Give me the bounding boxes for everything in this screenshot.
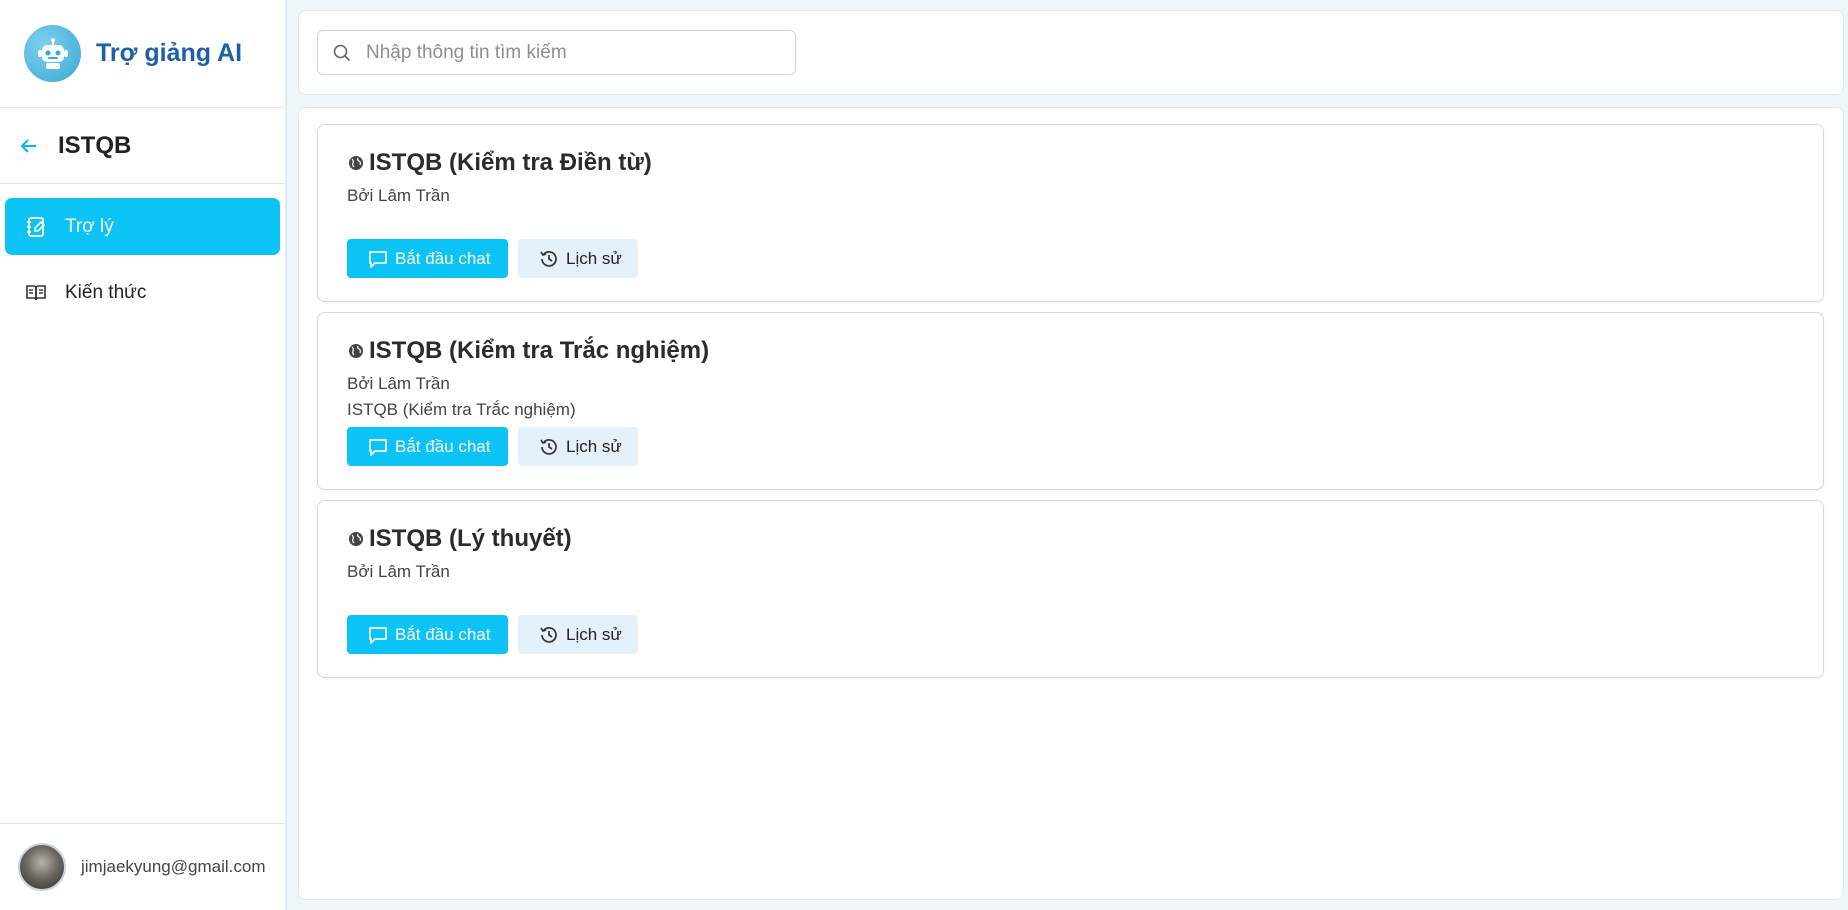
history-label: Lịch sử: [566, 248, 622, 268]
search-input[interactable]: [366, 41, 786, 64]
avatar[interactable]: [18, 843, 66, 891]
card-description: ISTQB (Kiểm tra Trắc nghiệm): [347, 400, 576, 419]
start-chat-button[interactable]: Bắt đầu chat: [347, 239, 508, 278]
card-title: ISTQB (Lý thuyết): [369, 525, 572, 552]
project-header: ISTQB: [0, 108, 285, 184]
history-icon: [538, 624, 560, 646]
history-button[interactable]: Lịch sử: [518, 427, 638, 466]
topbar: [298, 10, 1844, 95]
card-title: ISTQB (Kiểm tra Trắc nghiệm): [369, 337, 710, 364]
notebook-pen-icon: [24, 215, 48, 239]
sidebar-item-label: Trợ lý: [65, 215, 114, 237]
history-button[interactable]: Lịch sử: [518, 615, 638, 654]
card-actions: Bắt đầu chat Lịch sử: [347, 427, 638, 466]
sidebar-nav: Trợ lý Kiến thức: [0, 184, 285, 321]
brand: Trợ giảng AI: [0, 0, 285, 108]
card-title-row: ISTQB (Kiểm tra Trắc nghiệm): [347, 337, 709, 365]
project-title: ISTQB: [58, 131, 132, 159]
search-icon: [332, 43, 352, 63]
robot-icon: [24, 25, 81, 82]
sidebar-item-assistant[interactable]: Trợ lý: [5, 198, 280, 255]
globe-icon: [347, 154, 365, 172]
history-button[interactable]: Lịch sử: [518, 239, 638, 278]
history-label: Lịch sử: [566, 436, 622, 456]
arrow-left-icon[interactable]: [18, 135, 40, 157]
assistant-card: ISTQB (Kiểm tra Điền từ) Bởi Lâm Trần Bắ…: [317, 124, 1824, 302]
start-chat-label: Bắt đầu chat: [395, 436, 491, 456]
card-title-row: ISTQB (Lý thuyết): [347, 525, 572, 553]
sidebar: Trợ giảng AI ISTQB Trợ lý Kiến thức jimj…: [0, 0, 287, 910]
card-author: Bởi Lâm Trần: [347, 562, 450, 581]
card-author: Bởi Lâm Trần: [347, 374, 450, 393]
card-actions: Bắt đầu chat Lịch sử: [347, 615, 638, 654]
start-chat-button[interactable]: Bắt đầu chat: [347, 427, 508, 466]
history-icon: [538, 436, 560, 458]
start-chat-button[interactable]: Bắt đầu chat: [347, 615, 508, 654]
card-actions: Bắt đầu chat Lịch sử: [347, 239, 638, 278]
globe-icon: [347, 342, 365, 360]
card-author: Bởi Lâm Trần: [347, 186, 450, 205]
globe-icon: [347, 530, 365, 548]
message-square-icon: [367, 248, 389, 270]
history-icon: [538, 248, 560, 270]
card-title: ISTQB (Kiểm tra Điền từ): [369, 149, 652, 176]
brand-title: Trợ giảng AI: [96, 39, 243, 67]
book-open-icon: [24, 281, 48, 305]
user-profile[interactable]: jimjaekyung@gmail.com: [0, 823, 285, 910]
card-title-row: ISTQB (Kiểm tra Điền từ): [347, 149, 652, 177]
start-chat-label: Bắt đầu chat: [395, 624, 491, 644]
user-email: jimjaekyung@gmail.com: [81, 857, 266, 876]
sidebar-item-label: Kiến thức: [65, 281, 147, 303]
assistant-list: ISTQB (Kiểm tra Điền từ) Bởi Lâm Trần Bắ…: [298, 107, 1844, 900]
start-chat-label: Bắt đầu chat: [395, 248, 491, 268]
assistant-card: ISTQB (Lý thuyết) Bởi Lâm Trần Bắt đầu c…: [317, 500, 1824, 678]
sidebar-item-knowledge[interactable]: Kiến thức: [5, 264, 280, 321]
message-square-icon: [367, 436, 389, 458]
history-label: Lịch sử: [566, 624, 622, 644]
search-box[interactable]: [317, 30, 796, 75]
assistant-card: ISTQB (Kiểm tra Trắc nghiệm) Bởi Lâm Trầ…: [317, 312, 1824, 490]
message-square-icon: [367, 624, 389, 646]
